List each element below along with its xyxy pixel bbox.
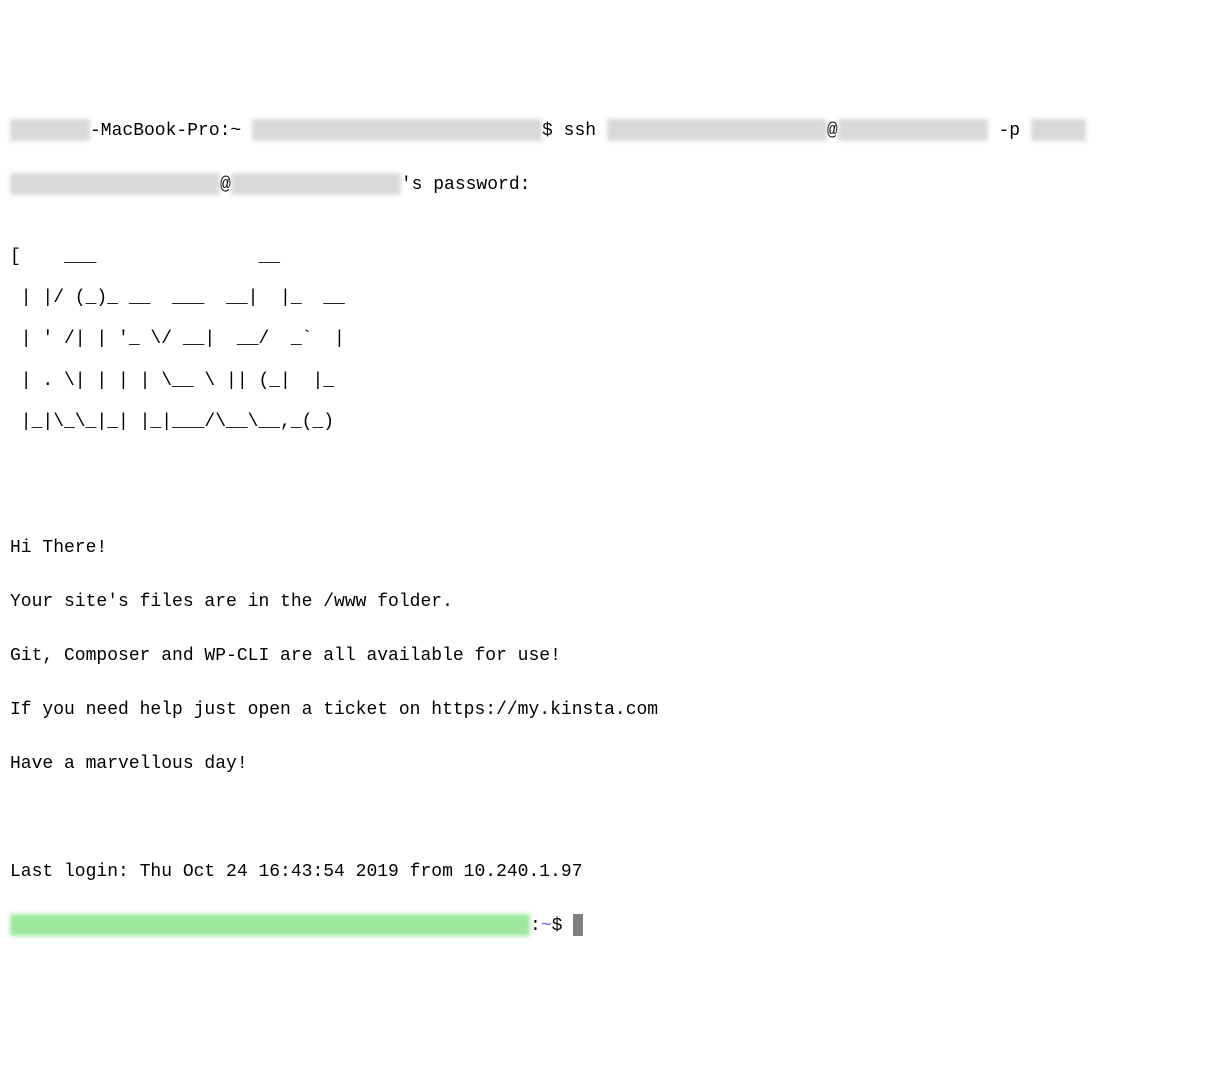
censored-ssh-host (838, 119, 988, 141)
blank-line-2 (10, 805, 1210, 832)
blank-line-1 (10, 481, 1210, 508)
ascii-line-3: | . \| | | | \__ \ || (_| |_ (10, 371, 1210, 392)
password-label: 's password: (401, 175, 531, 195)
ascii-line-0: [ ___ __ (10, 247, 1210, 268)
censored-ssh-user (607, 119, 827, 141)
motd-greeting: Hi There! (10, 535, 1210, 562)
dollar-sign: $ (542, 121, 564, 141)
ascii-line-1: | |/ (_)_ __ ___ __| |_ __ (10, 288, 1210, 309)
motd-line-4: Have a marvellous day! (10, 751, 1210, 778)
censored-local-user (252, 119, 542, 141)
at-symbol-2: @ (220, 175, 231, 195)
motd-line-3: If you need help just open a ticket on h… (10, 697, 1210, 724)
remote-colon: : (530, 916, 541, 936)
censored-local-hostprefix (10, 119, 90, 141)
ascii-line-4: |_|\_\_|_| |_|___/\__\__,_(_) (10, 412, 1210, 433)
ascii-line-2: | ' /| | '_ \/ __| __/ _` | (10, 329, 1210, 350)
ascii-art-banner: [ ___ __ | |/ (_)_ __ ___ __| |_ __ | ' … (10, 226, 1210, 454)
censored-ssh-port (1031, 119, 1086, 141)
local-prompt-line: -MacBook-Pro:~ $ ssh @ -p (10, 118, 1210, 145)
censored-password-user (10, 173, 220, 195)
remote-prompt-line[interactable]: :~$ (10, 913, 1210, 940)
terminal-cursor[interactable] (573, 914, 583, 936)
ssh-port-flag: -p (988, 121, 1031, 141)
censored-password-host (231, 173, 401, 195)
password-prompt-line: @ 's password: (10, 172, 1210, 199)
ssh-command: ssh (564, 121, 607, 141)
censored-remote-userhost (10, 914, 530, 936)
motd-line-1: Your site's files are in the /www folder… (10, 589, 1210, 616)
local-hostname-suffix: -MacBook-Pro:~ (90, 121, 252, 141)
at-symbol: @ (827, 121, 838, 141)
remote-dollar: $ (552, 916, 574, 936)
motd-line-2: Git, Composer and WP-CLI are all availab… (10, 643, 1210, 670)
remote-tilde: ~ (541, 916, 552, 936)
last-login-line: Last login: Thu Oct 24 16:43:54 2019 fro… (10, 859, 1210, 886)
